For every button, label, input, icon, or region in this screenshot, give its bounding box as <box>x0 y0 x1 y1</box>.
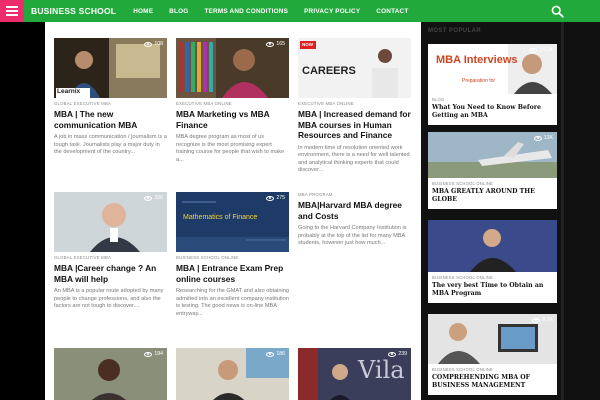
sidebar-post[interactable]: 8.7K BUSINESS SCHOOL ONLINE COMPREHENDIN… <box>428 314 557 395</box>
nav-link-blog[interactable]: BLOG <box>169 8 188 15</box>
eye-icon <box>532 317 541 323</box>
sidebar-post-thumbnail[interactable]: 13K <box>428 132 557 178</box>
post-title[interactable]: MBA | Entrance Exam Prep online courses <box>176 263 289 284</box>
thumbnail-text: MBA Interviews <box>436 54 518 66</box>
post-card[interactable]: Learnix 108 GLOBAL EXECUTIVE MBA MBA | T… <box>54 38 167 157</box>
site-logo[interactable]: BUSINESS SCHOOL <box>31 6 116 16</box>
eye-icon <box>266 41 275 47</box>
view-count: 108 <box>144 41 163 47</box>
menu-icon-line <box>6 14 18 16</box>
sidebar-post-category[interactable]: BUSINESS SCHOOL ONLINE <box>432 181 553 186</box>
thumbnail-logo-text: Learnix <box>57 88 81 95</box>
view-count: 275 <box>266 195 285 201</box>
thumbnail-image <box>176 192 289 252</box>
post-title[interactable]: MBA Marketing vs MBA Finance <box>176 109 289 130</box>
post-title[interactable]: MBA|Harvard MBA degree and Costs <box>298 200 411 221</box>
menu-icon-line <box>6 10 18 12</box>
sidebar-post-category[interactable]: BUSINESS SCHOOL ONLINE <box>432 367 553 372</box>
eye-icon <box>388 351 397 357</box>
thumbnail-image <box>176 38 289 98</box>
post-excerpt: MBA degree program as most of us recogni… <box>176 134 285 163</box>
post-title[interactable]: MBA | The new communication MBA <box>54 109 167 130</box>
post-category[interactable]: GLOBAL EXECUTIVE MBA <box>54 101 167 106</box>
eye-icon <box>144 195 153 201</box>
eye-icon <box>266 195 275 201</box>
post-thumbnail[interactable]: 165 <box>176 38 289 98</box>
view-count: 206 <box>144 195 163 201</box>
search-icon[interactable] <box>551 5 564 18</box>
post-card[interactable]: 165 EXECUTIVE MBA ONLINE MBA Marketing v… <box>176 38 289 164</box>
sidebar-heading: MOST POPULAR <box>428 28 482 34</box>
view-count: 165 <box>266 41 285 47</box>
sidebar-post-category[interactable]: BLOG <box>432 97 553 102</box>
sidebar-post[interactable]: MBA Interviews Preparation for 14.2K BLO… <box>428 44 557 125</box>
post-card[interactable]: 186 <box>176 348 289 400</box>
post-card[interactable]: NOW CAREERS EXECUTIVE MBA ONLINE MBA | I… <box>298 38 411 175</box>
sidebar-scrollbar[interactable] <box>561 22 564 400</box>
post-card[interactable]: 206 GLOBAL EXECUTIVE MBA MBA |Career cha… <box>54 192 167 311</box>
sidebar-post-thumbnail[interactable]: MBA Interviews Preparation for 14.2K <box>428 44 557 94</box>
thumbnail-image <box>428 220 557 272</box>
post-title[interactable]: MBA |Career change ? An MBA will help <box>54 263 167 284</box>
post-thumbnail[interactable]: 194 <box>54 348 167 400</box>
post-thumbnail[interactable]: Learnix 108 <box>54 38 167 98</box>
view-count: 186 <box>266 351 285 357</box>
sidebar-post-title[interactable]: What You Need to Know Before Getting an … <box>432 104 553 120</box>
view-count: 239 <box>388 351 407 357</box>
eye-icon <box>144 351 153 357</box>
hamburger-menu-button[interactable] <box>0 0 24 22</box>
post-excerpt: An MBA is a popular route adopted by man… <box>54 288 164 310</box>
post-category[interactable]: EXECUTIVE MBA ONLINE <box>176 101 289 106</box>
sidebar-post-thumbnail[interactable]: 8.7K <box>428 314 557 364</box>
post-card[interactable]: Vila 239 <box>298 348 411 400</box>
sidebar-post-thumbnail[interactable] <box>428 220 557 272</box>
menu-icon-line <box>6 6 18 8</box>
post-card[interactable]: Mathematics of Finance 275 BUSINESS SCHO… <box>176 192 289 318</box>
thumbnail-text: Vila <box>358 356 405 384</box>
post-thumbnail[interactable]: Mathematics of Finance 275 <box>176 192 289 252</box>
eye-icon <box>266 351 275 357</box>
thumbnail-image <box>54 192 167 252</box>
top-navigation-bar: BUSINESS SCHOOL HOME BLOG TERMS AND COND… <box>0 0 600 22</box>
post-excerpt: A job in mass communication / journalism… <box>54 134 167 156</box>
post-category[interactable]: MBA PROGRAM <box>298 192 411 197</box>
nav-link-privacy[interactable]: PRIVACY POLICY <box>304 8 360 15</box>
sidebar-post-title[interactable]: COMPREHENDING MBA OF BUSINESS MANAGEMENT <box>432 374 553 390</box>
thumbnail-badge: NOW <box>302 42 313 47</box>
post-card[interactable]: MBA PROGRAM MBA|Harvard MBA degree and C… <box>298 192 411 248</box>
view-count: 14.2K <box>529 47 553 53</box>
post-excerpt: Going to the Harvard Company Institution… <box>298 225 407 247</box>
post-thumbnail[interactable]: 186 <box>176 348 289 400</box>
sidebar-post[interactable]: BUSINESS SCHOOL ONLINE The very best Tim… <box>428 220 557 303</box>
nav-link-home[interactable]: HOME <box>133 8 153 15</box>
nav-link-contact[interactable]: CONTACT <box>376 8 408 15</box>
post-category[interactable]: BUSINESS SCHOOL ONLINE <box>176 255 289 260</box>
sidebar-most-popular: MOST POPULAR MBA Interviews Preparation … <box>421 22 600 400</box>
post-card[interactable]: 194 <box>54 348 167 400</box>
nav-link-terms[interactable]: TERMS AND CONDITIONS <box>204 8 288 15</box>
thumbnail-text: Mathematics of Finance <box>183 214 258 221</box>
thumbnail-text: CAREERS <box>302 65 356 77</box>
eye-icon <box>144 41 153 47</box>
post-grid: Learnix 108 GLOBAL EXECUTIVE MBA MBA | T… <box>45 22 421 400</box>
post-excerpt: In modern time of resolution oriented wo… <box>298 144 410 174</box>
post-category[interactable]: GLOBAL EXECUTIVE MBA <box>54 255 167 260</box>
sidebar-post-title[interactable]: MBA GREATLY AROUND THE GLOBE <box>432 188 553 204</box>
thumbnail-subtext: Preparation for <box>462 78 496 84</box>
post-thumbnail[interactable]: NOW CAREERS <box>298 38 411 98</box>
eye-icon <box>529 47 538 53</box>
sidebar-post-category[interactable]: BUSINESS SCHOOL ONLINE <box>432 275 553 280</box>
post-category[interactable]: EXECUTIVE MBA ONLINE <box>298 101 411 106</box>
sidebar-post-title[interactable]: The very best Time to Obtain an MBA Prog… <box>432 282 553 298</box>
view-count: 8.7K <box>532 317 553 323</box>
eye-icon <box>533 135 542 141</box>
post-thumbnail[interactable]: 206 <box>54 192 167 252</box>
sidebar-post[interactable]: 13K BUSINESS SCHOOL ONLINE MBA GREATLY A… <box>428 132 557 209</box>
nav-links: HOME BLOG TERMS AND CONDITIONS PRIVACY P… <box>133 8 424 15</box>
view-count: 13K <box>533 135 553 141</box>
post-excerpt: Researching for the GMAT and also obtain… <box>176 288 289 317</box>
post-title[interactable]: MBA | Increased demand for MBA courses i… <box>298 109 411 141</box>
post-thumbnail[interactable]: Vila 239 <box>298 348 411 400</box>
view-count: 194 <box>144 351 163 357</box>
